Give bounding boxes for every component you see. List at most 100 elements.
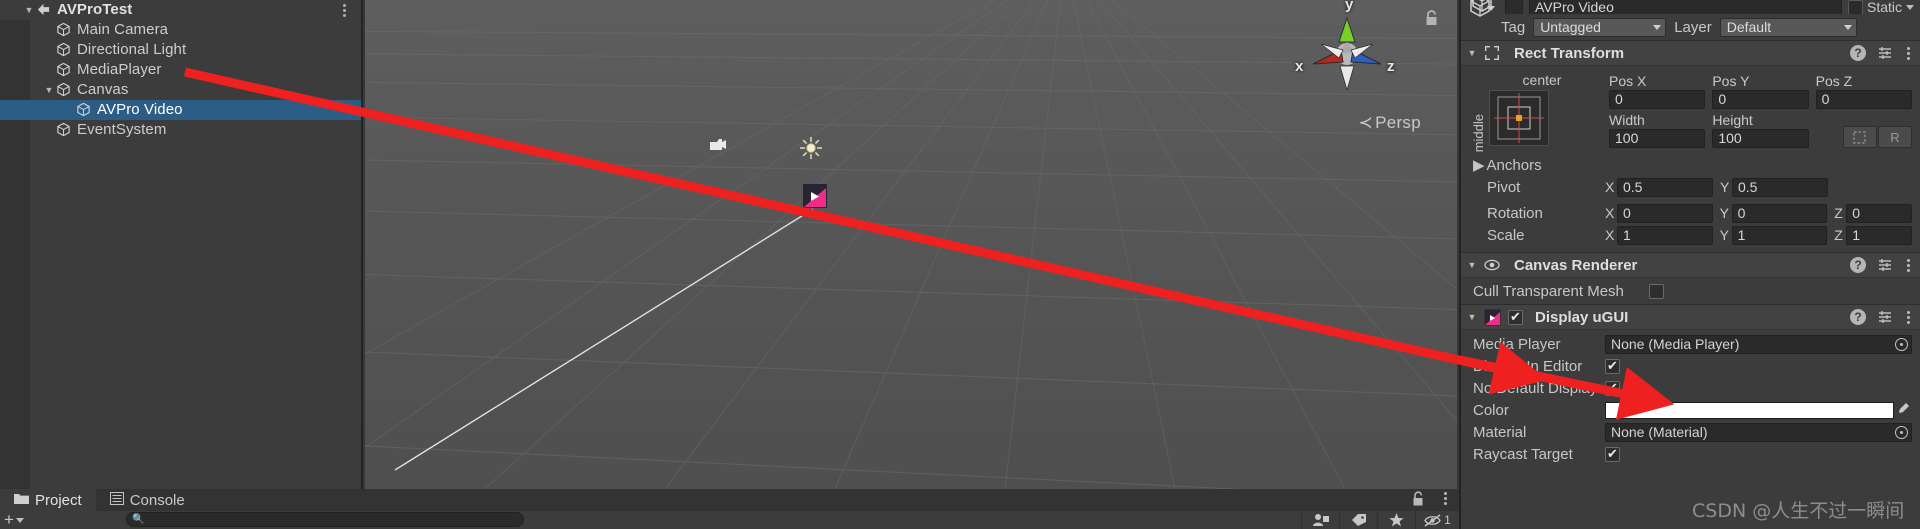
- scale-row[interactable]: Scale X 1 Y 1 Z 1: [1469, 224, 1912, 246]
- material-row[interactable]: Material None (Material): [1469, 421, 1912, 443]
- hidden-objects-toggle[interactable]: 1: [1415, 511, 1459, 529]
- object-picker-icon[interactable]: [1895, 337, 1908, 351]
- avpro-mediaplayer-gizmo[interactable]: [801, 182, 829, 214]
- object-picker-icon[interactable]: [1895, 425, 1908, 439]
- preset-icon[interactable]: [1877, 257, 1893, 273]
- bottom-tab-strip[interactable]: Project Console: [0, 489, 1459, 511]
- static-toggle-group[interactable]: Static: [1847, 0, 1914, 14]
- display-in-editor-row[interactable]: Display In Editor: [1469, 355, 1912, 377]
- pos-y-input[interactable]: 0: [1712, 90, 1809, 109]
- scale-y-input[interactable]: 1: [1731, 225, 1828, 245]
- scale-x-input[interactable]: 1: [1617, 225, 1713, 245]
- project-lock-icon[interactable]: [1411, 491, 1425, 511]
- height-group[interactable]: Height 100: [1712, 111, 1809, 148]
- project-toolbar[interactable]: + 🔍 1: [0, 510, 1459, 529]
- project-search-input[interactable]: 🔍: [126, 512, 524, 527]
- display-in-editor-checkbox[interactable]: [1605, 358, 1620, 374]
- component-header-display-ugui[interactable]: ▼ Display uGUI ?: [1461, 304, 1920, 330]
- no-default-display-row[interactable]: No Default Display: [1469, 377, 1912, 399]
- gameobject-name-field[interactable]: AVPro Video: [1529, 0, 1842, 14]
- gameobject-active-checkbox[interactable]: [1505, 0, 1523, 14]
- pivot-y-input[interactable]: 0.5: [1732, 177, 1828, 197]
- tag-dropdown[interactable]: Untagged: [1533, 17, 1667, 37]
- raw-edit-mode-button[interactable]: R: [1877, 126, 1912, 148]
- pos-x-input[interactable]: 0: [1609, 90, 1706, 109]
- hierarchy-item-directional-light[interactable]: Directional Light: [0, 40, 361, 60]
- hierarchy-item-avpro-video[interactable]: AVPro Video: [0, 100, 361, 120]
- hierarchy-menu-icon[interactable]: [337, 0, 351, 20]
- anchors-foldout-row[interactable]: ▶ Anchors: [1469, 154, 1912, 176]
- pos-z-group[interactable]: Pos Z 0: [1815, 72, 1912, 109]
- material-object-field[interactable]: None (Material): [1605, 422, 1912, 442]
- foldout-arrow-icon[interactable]: ▼: [1466, 260, 1478, 270]
- component-menu-icon[interactable]: [1904, 258, 1912, 272]
- help-icon[interactable]: ?: [1850, 257, 1866, 273]
- anchors-foldout-icon[interactable]: ▶: [1473, 156, 1485, 174]
- eyedropper-icon[interactable]: [1894, 402, 1912, 418]
- pos-x-group[interactable]: Pos X 0: [1609, 72, 1706, 109]
- directional-light-gizmo[interactable]: [799, 136, 823, 164]
- pos-y-group[interactable]: Pos Y 0: [1712, 72, 1809, 109]
- height-input[interactable]: 100: [1712, 129, 1809, 148]
- static-dropdown-caret-icon[interactable]: [1906, 4, 1914, 10]
- width-input[interactable]: 100: [1609, 129, 1706, 148]
- cull-transparent-mesh-checkbox[interactable]: [1649, 283, 1664, 299]
- rotation-row[interactable]: Rotation X 0 Y 0 Z 0: [1469, 202, 1912, 224]
- favorite-star-icon[interactable]: [1377, 511, 1415, 529]
- component-header-rect-transform[interactable]: ▼ Rect Transform ?: [1461, 40, 1920, 66]
- component-header-canvas-renderer[interactable]: ▼ Canvas Renderer ?: [1461, 252, 1920, 278]
- foldout-arrow-icon[interactable]: [42, 80, 56, 100]
- hierarchy-item-mediaplayer[interactable]: MediaPlayer: [0, 60, 361, 80]
- project-menu-icon[interactable]: [1444, 492, 1447, 505]
- raycast-target-checkbox[interactable]: [1605, 446, 1620, 462]
- tab-project[interactable]: Project: [0, 489, 96, 511]
- hierarchy-item-canvas[interactable]: Canvas: [0, 80, 361, 100]
- foldout-arrow-icon[interactable]: ▼: [1466, 312, 1478, 322]
- no-default-display-checkbox[interactable]: [1605, 380, 1620, 396]
- static-checkbox[interactable]: [1847, 0, 1863, 14]
- bottom-dock[interactable]: Project Console + 🔍 1: [0, 489, 1459, 529]
- color-swatch[interactable]: [1605, 401, 1894, 419]
- foldout-arrow-icon[interactable]: [22, 0, 36, 20]
- scene-projection-label[interactable]: ≺ Persp: [1359, 113, 1421, 133]
- cull-transparent-mesh-row[interactable]: Cull Transparent Mesh: [1469, 280, 1912, 302]
- display-ugui-enabled-checkbox[interactable]: [1508, 309, 1523, 325]
- preset-icon[interactable]: [1877, 309, 1893, 325]
- label-filter-icon[interactable]: [1339, 511, 1377, 529]
- preset-icon[interactable]: [1877, 45, 1893, 61]
- foldout-arrow-icon[interactable]: ▼: [1466, 48, 1478, 58]
- rotation-x-input[interactable]: 0: [1617, 203, 1713, 223]
- component-menu-icon[interactable]: [1904, 46, 1912, 60]
- pivot-x-input[interactable]: 0.5: [1617, 177, 1713, 197]
- scene-orientation-gizmo[interactable]: x y z: [1295, 0, 1395, 102]
- hierarchy-tree[interactable]: AVProTest Main Camera Directional Light Med…: [0, 0, 361, 140]
- tag-layer-row[interactable]: Tag Untagged Layer Default: [1461, 0, 1920, 40]
- width-group[interactable]: Width 100: [1609, 111, 1706, 148]
- hierarchy-item-eventsystem[interactable]: EventSystem: [0, 120, 361, 140]
- hierarchy-item-avprotest[interactable]: AVProTest: [0, 0, 361, 20]
- rotation-z-input[interactable]: 0: [1846, 203, 1912, 223]
- anchor-preset-widget[interactable]: center middle: [1469, 72, 1609, 152]
- color-row[interactable]: Color: [1469, 399, 1912, 421]
- pos-z-input[interactable]: 0: [1815, 90, 1912, 109]
- tab-console[interactable]: Console: [96, 489, 199, 511]
- hierarchy-panel[interactable]: AVProTest Main Camera Directional Light Med…: [0, 0, 363, 489]
- inspector-panel[interactable]: AVPro Video Static Tag Untagged Layer De…: [1459, 0, 1920, 529]
- raycast-target-row[interactable]: Raycast Target: [1469, 443, 1912, 465]
- main-camera-gizmo[interactable]: [707, 136, 729, 158]
- media-player-object-field[interactable]: None (Media Player): [1605, 334, 1912, 354]
- rotation-y-input[interactable]: 0: [1731, 203, 1828, 223]
- layer-dropdown[interactable]: Default: [1719, 17, 1857, 37]
- help-icon[interactable]: ?: [1850, 45, 1866, 61]
- hierarchy-item-main-camera[interactable]: Main Camera: [0, 20, 361, 40]
- pivot-row[interactable]: Pivot X 0.5 Y 0.5: [1469, 176, 1912, 198]
- scale-z-input[interactable]: 1: [1846, 225, 1912, 245]
- media-player-row[interactable]: Media Player None (Media Player): [1469, 333, 1912, 355]
- blueprint-mode-button[interactable]: [1842, 126, 1877, 148]
- scene-view[interactable]: x y z ≺ Persp: [365, 0, 1457, 489]
- inspector-object-header[interactable]: AVPro Video Static: [1461, 0, 1920, 14]
- packages-filter-icon[interactable]: [1301, 511, 1339, 529]
- anchor-preset-diagram[interactable]: [1489, 90, 1549, 146]
- help-icon[interactable]: ?: [1850, 309, 1866, 325]
- scene-lock-icon[interactable]: [1424, 10, 1439, 31]
